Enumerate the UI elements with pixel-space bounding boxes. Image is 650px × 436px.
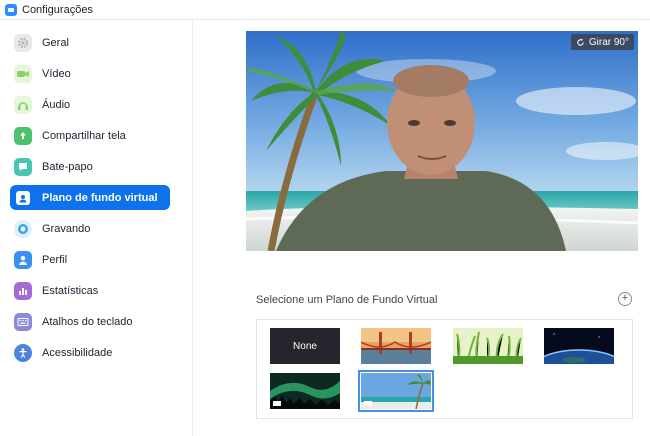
sidebar-item-geral[interactable]: Geral [10,30,170,55]
background-thumbnail-none[interactable]: None [270,328,340,364]
plus-icon: + [621,292,629,304]
sidebar-item-label: Bate-papo [42,160,93,173]
grass-image [453,328,523,364]
title-bar: Configurações [0,0,650,20]
virtual-background-icon [16,190,30,205]
add-background-button[interactable]: + [618,292,632,306]
record-icon [14,219,32,238]
virtual-background-panel: Girar 90° Selecione um Plano de Fundo Vi… [193,20,650,436]
sidebar-item-label: Atalhos do teclado [42,315,133,328]
video-camera-icon [14,64,32,83]
sidebar-item-video[interactable]: Vídeo [10,61,170,86]
rotate-label: Girar 90° [588,36,629,48]
rotate-icon [577,37,584,46]
sidebar-item-label: Compartilhar tela [42,129,126,142]
background-thumbnail-earth-from-space[interactable] [544,328,614,364]
keyboard-icon [14,312,32,331]
sidebar-item-label: Geral [42,36,69,49]
sidebar-item-audio[interactable]: Áudio [10,92,170,117]
accessibility-icon [14,343,32,362]
sidebar-item-keyboard-shortcuts[interactable]: Atalhos do teclado [10,309,170,334]
sidebar-item-label: Plano de fundo virtual [42,191,158,204]
rotate-90-button[interactable]: Girar 90° [570,34,634,50]
profile-icon [14,250,32,269]
sidebar-item-label: Acessibilidade [42,346,113,359]
background-thumbnail-northern-lights[interactable] [270,373,340,409]
sidebar-item-label: Estatísticas [42,284,99,297]
sidebar-item-label: Vídeo [42,67,71,80]
background-gallery: None [256,319,633,419]
sidebar-item-chat[interactable]: Bate-papo [10,154,170,179]
headphones-icon [14,95,32,114]
settings-sidebar: Geral Vídeo Áudio Compartilhar tela Bate… [0,20,193,436]
statistics-icon [14,281,32,300]
background-section-label: Selecione um Plano de Fundo Virtual [256,294,438,306]
camera-preview-image [246,31,638,251]
background-thumbnail-grass[interactable] [453,328,523,364]
video-badge-icon [273,401,281,406]
chat-icon [14,157,32,176]
gear-icon [14,33,32,52]
background-thumbnail-golden-gate[interactable] [361,328,431,364]
window-title: Configurações [22,3,93,16]
sidebar-item-label: Perfil [42,253,68,266]
sidebar-item-accessibility[interactable]: Acessibilidade [10,340,170,365]
sidebar-item-share-screen[interactable]: Compartilhar tela [10,123,170,148]
golden-gate-image [361,328,431,364]
sidebar-item-recording[interactable]: Gravando [10,216,170,241]
sidebar-item-label: Áudio [42,98,71,111]
zoom-app-icon [5,3,17,16]
earth-image [544,328,614,364]
video-badge-icon [364,401,372,406]
camera-preview: Girar 90° [246,31,638,251]
none-label: None [293,340,317,352]
sidebar-item-statistics[interactable]: Estatísticas [10,278,170,303]
share-screen-icon [14,126,32,145]
background-thumbnail-beach[interactable] [358,370,434,412]
sidebar-item-profile[interactable]: Perfil [10,247,170,272]
sidebar-item-virtual-background[interactable]: Plano de fundo virtual [10,185,170,210]
sidebar-item-label: Gravando [42,222,91,235]
